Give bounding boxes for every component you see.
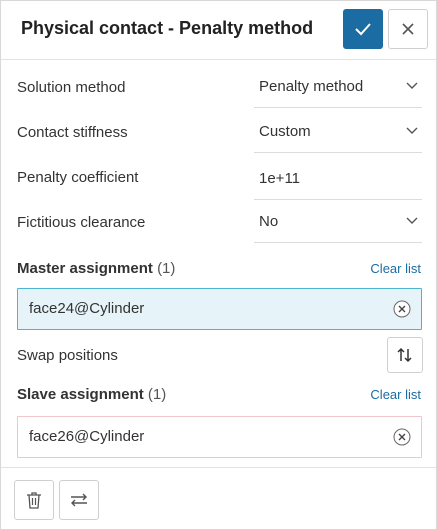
fictitious-clearance-label: Fictitious clearance — [17, 214, 146, 231]
master-assignment-title: Master assignment — [17, 260, 153, 277]
close-icon — [402, 23, 414, 35]
fictitious-clearance-select[interactable]: No — [254, 204, 422, 243]
panel-footer — [1, 467, 436, 530]
penalty-coefficient-input[interactable]: 1e+11 — [254, 161, 422, 200]
slave-assignment-count: (1) — [147, 386, 167, 403]
slave-assignment-box[interactable]: face26@Cylinder — [17, 416, 422, 458]
penalty-coefficient-label: Penalty coefficient — [17, 169, 139, 186]
contact-panel: Physical contact - Penalty method Soluti… — [0, 0, 437, 530]
remove-item-icon[interactable] — [393, 428, 411, 446]
panel-title: Physical contact - Penalty method — [21, 18, 314, 38]
contact-stiffness-value: Custom — [259, 123, 311, 140]
master-assignment-count: (1) — [157, 260, 176, 277]
master-clear-list-link[interactable]: Clear list — [370, 261, 421, 276]
swap-vertical-icon — [397, 347, 412, 363]
penalty-coefficient-value: 1e+11 — [259, 170, 301, 187]
chevron-down-icon — [406, 217, 418, 224]
fictitious-clearance-value: No — [259, 213, 279, 230]
remove-item-icon[interactable] — [393, 300, 411, 318]
check-icon — [355, 23, 371, 36]
chevron-down-icon — [406, 127, 418, 134]
slave-assignment-title: Slave assignment — [17, 386, 144, 403]
solution-method-select[interactable]: Penalty method — [254, 69, 422, 108]
chevron-down-icon — [406, 82, 418, 89]
solution-method-value: Penalty method — [259, 78, 364, 95]
confirm-button[interactable] — [343, 9, 383, 49]
swap-horizontal-icon — [71, 493, 87, 507]
slave-assignment-label: Slave assignment (1) — [17, 386, 166, 403]
switch-button[interactable] — [59, 480, 99, 520]
slave-clear-list-link[interactable]: Clear list — [370, 387, 421, 402]
delete-button[interactable] — [14, 480, 54, 520]
contact-stiffness-select[interactable]: Custom — [254, 114, 422, 153]
swap-positions-label: Swap positions — [17, 347, 118, 364]
solution-method-label: Solution method — [17, 79, 126, 96]
master-assignment-box[interactable]: face24@Cylinder — [17, 288, 422, 330]
master-assignment-label: Master assignment (1) — [17, 260, 175, 277]
swap-positions-button[interactable] — [387, 337, 423, 373]
contact-stiffness-label: Contact stiffness — [17, 124, 128, 141]
slave-assignment-item: face26@Cylinder — [29, 428, 145, 445]
master-assignment-item: face24@Cylinder — [29, 300, 145, 317]
close-button[interactable] — [388, 9, 428, 49]
trash-icon — [27, 492, 41, 509]
panel-header: Physical contact - Penalty method — [1, 1, 436, 60]
